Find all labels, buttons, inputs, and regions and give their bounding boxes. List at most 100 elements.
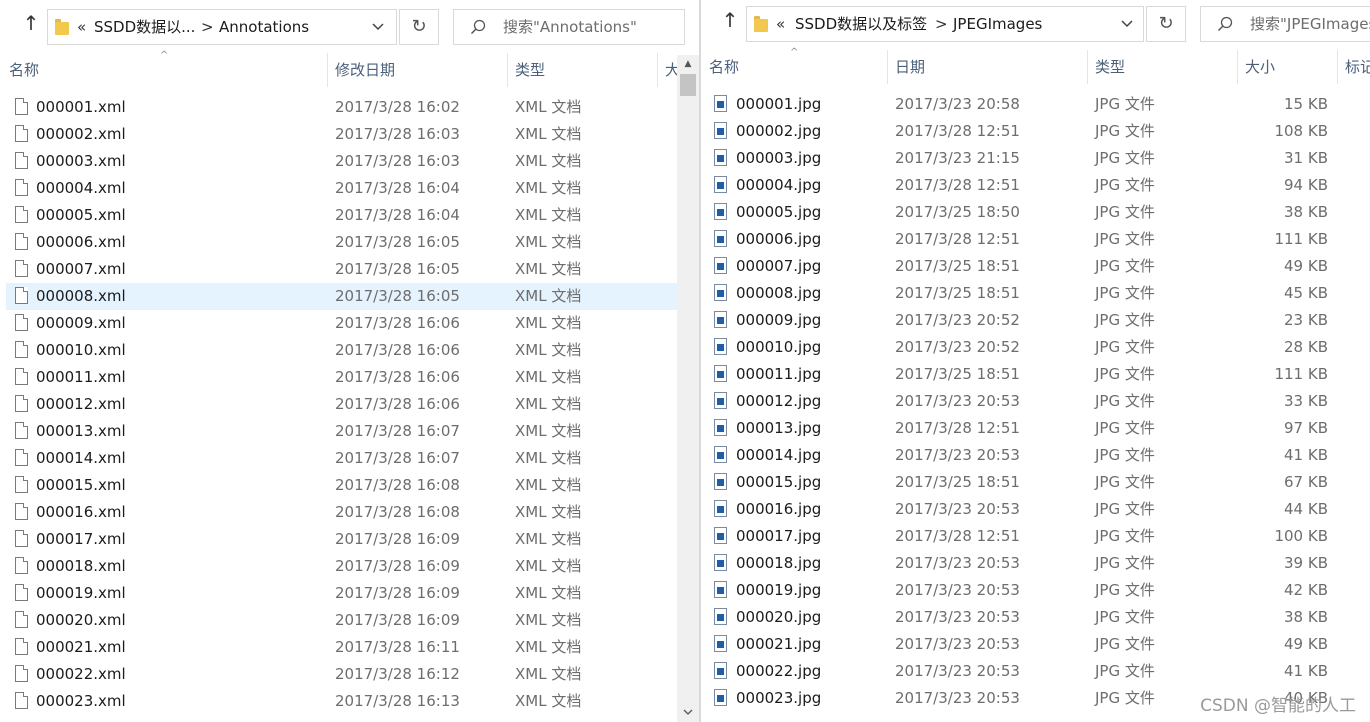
document-icon (15, 503, 28, 520)
file-row[interactable]: 000006.jpg 2017/3/28 12:51 JPG 文件 111 KB (707, 226, 1370, 253)
file-row[interactable]: 000003.xml 2017/3/28 16:03 XML 文档 (6, 148, 677, 175)
file-row[interactable]: 000021.jpg 2017/3/23 20:53 JPG 文件 49 KB (707, 631, 1370, 658)
file-row[interactable]: 000001.xml 2017/3/28 16:02 XML 文档 (6, 94, 677, 121)
scroll-up-icon[interactable]: ▲ (677, 55, 699, 73)
file-row[interactable]: 000013.jpg 2017/3/28 12:51 JPG 文件 97 KB (707, 415, 1370, 442)
column-tags[interactable]: 标记 (1345, 50, 1370, 84)
vertical-scrollbar[interactable]: ▲ (677, 55, 699, 722)
file-row[interactable]: 000002.xml 2017/3/28 16:03 XML 文档 (6, 121, 677, 148)
file-row[interactable]: 000011.xml 2017/3/28 16:06 XML 文档 (6, 364, 677, 391)
column-name[interactable]: 名称 (9, 53, 39, 87)
file-size: 15 KB (1284, 95, 1328, 113)
column-divider[interactable] (327, 53, 328, 87)
file-row[interactable]: 000016.xml 2017/3/28 16:08 XML 文档 (6, 499, 677, 526)
breadcrumb-parent[interactable]: SSDD数据以及标签 (795, 7, 927, 41)
file-row[interactable]: 000004.jpg 2017/3/28 12:51 JPG 文件 94 KB (707, 172, 1370, 199)
document-icon (15, 638, 28, 655)
column-modified-date[interactable]: 修改日期 (335, 53, 395, 87)
file-row[interactable]: 000010.xml 2017/3/28 16:06 XML 文档 (6, 337, 677, 364)
file-date: 2017/3/23 20:52 (895, 338, 1020, 356)
breadcrumb-overflow[interactable]: « (776, 7, 785, 41)
column-type[interactable]: 类型 (1095, 50, 1125, 84)
file-date: 2017/3/28 12:51 (895, 419, 1020, 437)
column-divider[interactable] (1087, 50, 1088, 84)
file-row[interactable]: 000021.xml 2017/3/28 16:11 XML 文档 (6, 634, 677, 661)
column-size[interactable]: 大小 (1245, 50, 1275, 84)
file-row[interactable]: 000005.xml 2017/3/28 16:04 XML 文档 (6, 202, 677, 229)
column-divider[interactable] (657, 53, 658, 87)
file-row[interactable]: 000007.jpg 2017/3/25 18:51 JPG 文件 49 KB (707, 253, 1370, 280)
chevron-down-icon[interactable] (364, 10, 392, 44)
file-row[interactable]: 000019.jpg 2017/3/23 20:53 JPG 文件 42 KB (707, 577, 1370, 604)
file-row[interactable]: 000013.xml 2017/3/28 16:07 XML 文档 (6, 418, 677, 445)
document-icon (15, 260, 28, 277)
file-row[interactable]: 000006.xml 2017/3/28 16:05 XML 文档 (6, 229, 677, 256)
address-bar[interactable]: « SSDD数据以... > Annotations (47, 9, 397, 45)
file-row[interactable]: 000018.xml 2017/3/28 16:09 XML 文档 (6, 553, 677, 580)
file-row[interactable]: 000004.xml 2017/3/28 16:04 XML 文档 (6, 175, 677, 202)
search-box[interactable]: 搜索"Annotations" (453, 9, 685, 45)
file-row[interactable]: 000003.jpg 2017/3/23 21:15 JPG 文件 31 KB (707, 145, 1370, 172)
file-row[interactable]: 000009.xml 2017/3/28 16:06 XML 文档 (6, 310, 677, 337)
image-file-icon (714, 500, 727, 517)
file-date: 2017/3/28 16:06 (335, 368, 460, 386)
file-row[interactable]: 000015.jpg 2017/3/25 18:51 JPG 文件 67 KB (707, 469, 1370, 496)
refresh-button[interactable]: ↻ (399, 9, 439, 45)
file-row[interactable]: 000010.jpg 2017/3/23 20:52 JPG 文件 28 KB (707, 334, 1370, 361)
file-row[interactable]: 000001.jpg 2017/3/23 20:58 JPG 文件 15 KB (707, 91, 1370, 118)
file-row[interactable]: 000012.jpg 2017/3/23 20:53 JPG 文件 33 KB (707, 388, 1370, 415)
file-row[interactable]: 000015.xml 2017/3/28 16:08 XML 文档 (6, 472, 677, 499)
up-arrow-icon[interactable]: ↑ (20, 10, 42, 36)
document-icon (15, 368, 28, 385)
file-row[interactable]: 000020.xml 2017/3/28 16:09 XML 文档 (6, 607, 677, 634)
breadcrumb-current[interactable]: JPEGImages (953, 7, 1042, 41)
scroll-down-icon[interactable] (677, 704, 699, 722)
file-row[interactable]: 000016.jpg 2017/3/23 20:53 JPG 文件 44 KB (707, 496, 1370, 523)
column-divider[interactable] (1237, 50, 1238, 84)
column-divider[interactable] (887, 50, 888, 84)
file-row[interactable]: 000014.jpg 2017/3/23 20:53 JPG 文件 41 KB (707, 442, 1370, 469)
image-file-icon (714, 230, 727, 247)
file-row[interactable]: 000023.xml 2017/3/28 16:13 XML 文档 (6, 688, 677, 715)
file-row[interactable]: 000007.xml 2017/3/28 16:05 XML 文档 (6, 256, 677, 283)
file-row[interactable]: 000017.xml 2017/3/28 16:09 XML 文档 (6, 526, 677, 553)
file-row[interactable]: 000014.xml 2017/3/28 16:07 XML 文档 (6, 445, 677, 472)
document-icon (15, 530, 28, 547)
file-row[interactable]: 000009.jpg 2017/3/23 20:52 JPG 文件 23 KB (707, 307, 1370, 334)
file-row[interactable]: 000022.jpg 2017/3/23 20:53 JPG 文件 41 KB (707, 658, 1370, 685)
breadcrumb-parent[interactable]: SSDD数据以... (94, 10, 195, 44)
column-divider[interactable] (507, 53, 508, 87)
column-date[interactable]: 日期 (895, 50, 925, 84)
scrollbar-thumb[interactable] (680, 74, 696, 96)
file-name: 000002.xml (36, 125, 126, 143)
file-row[interactable]: 000019.xml 2017/3/28 16:09 XML 文档 (6, 580, 677, 607)
file-type: XML 文档 (515, 287, 582, 305)
column-type[interactable]: 类型 (515, 53, 545, 87)
file-row[interactable]: 000011.jpg 2017/3/25 18:51 JPG 文件 111 KB (707, 361, 1370, 388)
file-row[interactable]: 000002.jpg 2017/3/28 12:51 JPG 文件 108 KB (707, 118, 1370, 145)
file-size: 111 KB (1274, 365, 1328, 383)
chevron-down-icon[interactable] (1113, 7, 1141, 41)
file-name: 000014.jpg (736, 446, 822, 464)
refresh-button[interactable]: ↻ (1146, 6, 1186, 42)
file-row[interactable]: 000022.xml 2017/3/28 16:12 XML 文档 (6, 661, 677, 688)
column-divider[interactable] (1337, 50, 1338, 84)
file-row[interactable]: 000017.jpg 2017/3/28 12:51 JPG 文件 100 KB (707, 523, 1370, 550)
file-date: 2017/3/28 12:51 (895, 122, 1020, 140)
search-box[interactable]: 搜索"JPEGImages" (1200, 6, 1370, 42)
breadcrumb-separator-icon[interactable]: > (935, 7, 948, 41)
file-row[interactable]: 000020.jpg 2017/3/23 20:53 JPG 文件 38 KB (707, 604, 1370, 631)
up-arrow-icon[interactable]: ↑ (719, 7, 741, 33)
file-size: 28 KB (1284, 338, 1328, 356)
breadcrumb-separator-icon[interactable]: > (201, 10, 214, 44)
file-row[interactable]: 000018.jpg 2017/3/23 20:53 JPG 文件 39 KB (707, 550, 1370, 577)
file-row[interactable]: 000008.xml 2017/3/28 16:05 XML 文档 (6, 283, 677, 310)
file-row[interactable]: 000012.xml 2017/3/28 16:06 XML 文档 (6, 391, 677, 418)
column-name[interactable]: 名称 (709, 50, 739, 84)
file-row[interactable]: 000008.jpg 2017/3/25 18:51 JPG 文件 45 KB (707, 280, 1370, 307)
breadcrumb-current[interactable]: Annotations (219, 10, 309, 44)
file-row[interactable]: 000005.jpg 2017/3/25 18:50 JPG 文件 38 KB (707, 199, 1370, 226)
file-type: XML 文档 (515, 152, 582, 170)
address-bar[interactable]: « SSDD数据以及标签 > JPEGImages (746, 6, 1144, 42)
breadcrumb-overflow[interactable]: « (77, 10, 86, 44)
